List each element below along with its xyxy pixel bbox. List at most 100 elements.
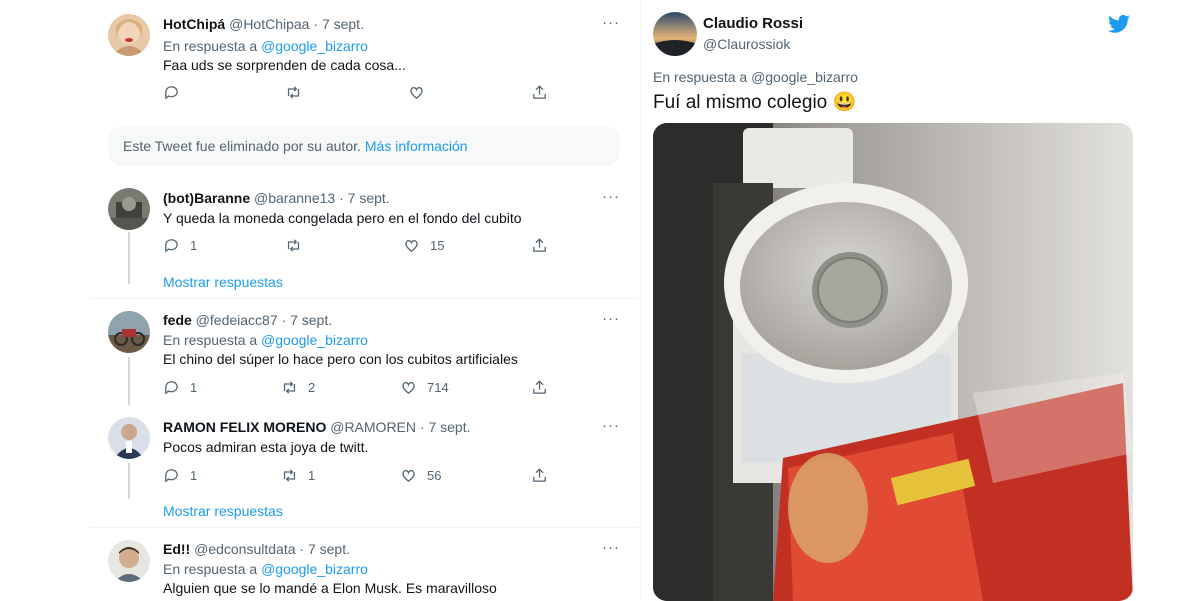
heart-icon: [410, 87, 423, 99]
tweet-fede[interactable]: fede @fedeiacc87 · 7 sept. ··· En respue…: [90, 299, 638, 405]
tweet-ed[interactable]: Ed!! @edconsultdata · 7 sept. ··· En res…: [90, 528, 638, 600]
tweet-baranne[interactable]: (bot)Baranne @baranne13 · 7 sept. ··· Y …: [90, 176, 638, 298]
timestamp[interactable]: 7 sept.: [322, 16, 364, 32]
reply-button[interactable]: [163, 84, 180, 101]
like-count: 15: [430, 238, 445, 253]
reply-icon: [165, 86, 178, 100]
reply-button[interactable]: 1: [163, 467, 197, 484]
tweet-header: Ed!! @edconsultdata · 7 sept.: [163, 541, 350, 557]
reply-prefix: En respuesta a: [163, 38, 258, 54]
display-name[interactable]: RAMON FELIX MORENO: [163, 419, 326, 435]
separator: ·: [299, 541, 305, 557]
tweet-ramon[interactable]: RAMON FELIX MORENO @RAMOREN · 7 sept. ··…: [90, 405, 638, 525]
avatar[interactable]: [108, 14, 150, 56]
tweet-header: fede @fedeiacc87 · 7 sept.: [163, 312, 332, 328]
reply-to-link[interactable]: @google_bizarro: [261, 38, 368, 54]
thread-line: [128, 357, 130, 405]
reply-to-link[interactable]: @google_bizarro: [261, 561, 368, 577]
embedded-tweet-card[interactable]: Claudio Rossi @Claurossiok En respuesta …: [640, 0, 1149, 601]
reply-prefix: En respuesta a: [163, 561, 258, 577]
tweet-text: Y queda la moneda congelada pero en el f…: [163, 210, 522, 226]
thread-line: [128, 463, 130, 499]
deleted-tweet-notice: Este Tweet fue eliminado por su autor. M…: [108, 126, 620, 166]
reply-count: 1: [190, 380, 198, 395]
reply-button[interactable]: 1: [163, 237, 197, 254]
like-button[interactable]: 714: [400, 379, 449, 396]
retweet-icon: [287, 239, 300, 252]
timestamp[interactable]: 7 sept.: [428, 419, 470, 435]
share-button[interactable]: [531, 237, 548, 254]
tweet-hotchipa[interactable]: HotChipá @HotChipaa · 7 sept. ··· En res…: [90, 0, 638, 120]
share-button[interactable]: [531, 467, 548, 484]
avatar[interactable]: [653, 12, 697, 56]
handle[interactable]: @fedeiacc87: [196, 312, 278, 328]
reply-to-link[interactable]: @google_bizarro: [751, 69, 858, 85]
share-button[interactable]: [531, 379, 548, 396]
retweet-button[interactable]: [285, 237, 302, 254]
display-name[interactable]: HotChipá: [163, 16, 225, 32]
display-name[interactable]: Ed!!: [163, 541, 190, 557]
retweet-count: 1: [308, 468, 316, 483]
reply-count: 1: [190, 468, 198, 483]
handle[interactable]: @edconsultdata: [194, 541, 295, 557]
show-replies-link[interactable]: Mostrar respuestas: [163, 274, 283, 290]
twitter-bird-icon[interactable]: [1107, 12, 1131, 36]
reply-button[interactable]: 1: [163, 379, 197, 396]
more-options-icon[interactable]: ···: [602, 14, 620, 31]
like-count: 714: [427, 380, 449, 395]
action-bar: 1 1 56: [163, 467, 563, 487]
share-button[interactable]: [531, 84, 548, 101]
tweet-text: Fuí al mismo colegio 😃: [653, 92, 857, 113]
handle[interactable]: @RAMOREN: [330, 419, 416, 435]
like-count: 56: [427, 468, 442, 483]
separator: ·: [339, 190, 344, 206]
retweet-button[interactable]: [285, 84, 302, 101]
reply-count: 1: [190, 238, 198, 253]
reply-icon: [165, 469, 178, 483]
avatar[interactable]: [108, 188, 150, 230]
avatar[interactable]: [108, 417, 150, 459]
deleted-text: Este Tweet fue eliminado por su autor.: [123, 138, 361, 154]
thread-line: [128, 232, 130, 284]
handle[interactable]: @HotChipaa: [229, 16, 309, 32]
tweet-text: Pocos admiran esta joya de twitt.: [163, 439, 369, 455]
timestamp[interactable]: 7 sept.: [308, 541, 350, 557]
timestamp[interactable]: 7 sept.: [348, 190, 390, 206]
like-button[interactable]: [408, 84, 425, 101]
avatar[interactable]: [108, 311, 150, 353]
more-options-icon[interactable]: ···: [602, 539, 620, 556]
reply-icon: [165, 381, 178, 395]
handle[interactable]: @baranne13: [254, 190, 335, 206]
share-icon: [533, 468, 546, 482]
tweet-header: HotChipá @HotChipaa · 7 sept.: [163, 16, 364, 32]
retweet-button[interactable]: 1: [281, 467, 315, 484]
handle[interactable]: @Claurossiok: [703, 36, 790, 52]
share-icon: [533, 238, 546, 252]
tweet-header: (bot)Baranne @baranne13 · 7 sept.: [163, 190, 390, 206]
retweet-button[interactable]: 2: [281, 379, 315, 396]
reply-context: En respuesta a @google_bizarro: [163, 561, 368, 577]
action-bar: 1 2 714: [163, 379, 563, 399]
tweet-photo[interactable]: [653, 123, 1133, 601]
avatar[interactable]: [108, 540, 150, 582]
more-options-icon[interactable]: ···: [602, 310, 620, 327]
display-name[interactable]: Claudio Rossi: [703, 15, 803, 32]
share-icon: [533, 380, 546, 394]
display-name[interactable]: (bot)Baranne: [163, 190, 250, 206]
reply-icon: [165, 239, 178, 253]
reply-thread: HotChipá @HotChipaa · 7 sept. ··· En res…: [90, 0, 638, 600]
reply-to-link[interactable]: @google_bizarro: [261, 332, 368, 348]
timestamp[interactable]: 7 sept.: [290, 312, 332, 328]
display-name[interactable]: fede: [163, 312, 192, 328]
more-options-icon[interactable]: ···: [602, 188, 620, 205]
reply-prefix: En respuesta a: [163, 332, 258, 348]
share-icon: [533, 85, 546, 99]
like-button[interactable]: 56: [400, 467, 441, 484]
tweet-text: El chino del súper lo hace pero con los …: [163, 351, 518, 367]
more-info-link[interactable]: Más información: [365, 138, 468, 154]
more-options-icon[interactable]: ···: [602, 417, 620, 434]
like-button[interactable]: 15: [403, 237, 444, 254]
reply-prefix: En respuesta a: [653, 69, 748, 85]
tweet-header: RAMON FELIX MORENO @RAMOREN · 7 sept.: [163, 419, 471, 435]
show-replies-link[interactable]: Mostrar respuestas: [163, 503, 283, 519]
